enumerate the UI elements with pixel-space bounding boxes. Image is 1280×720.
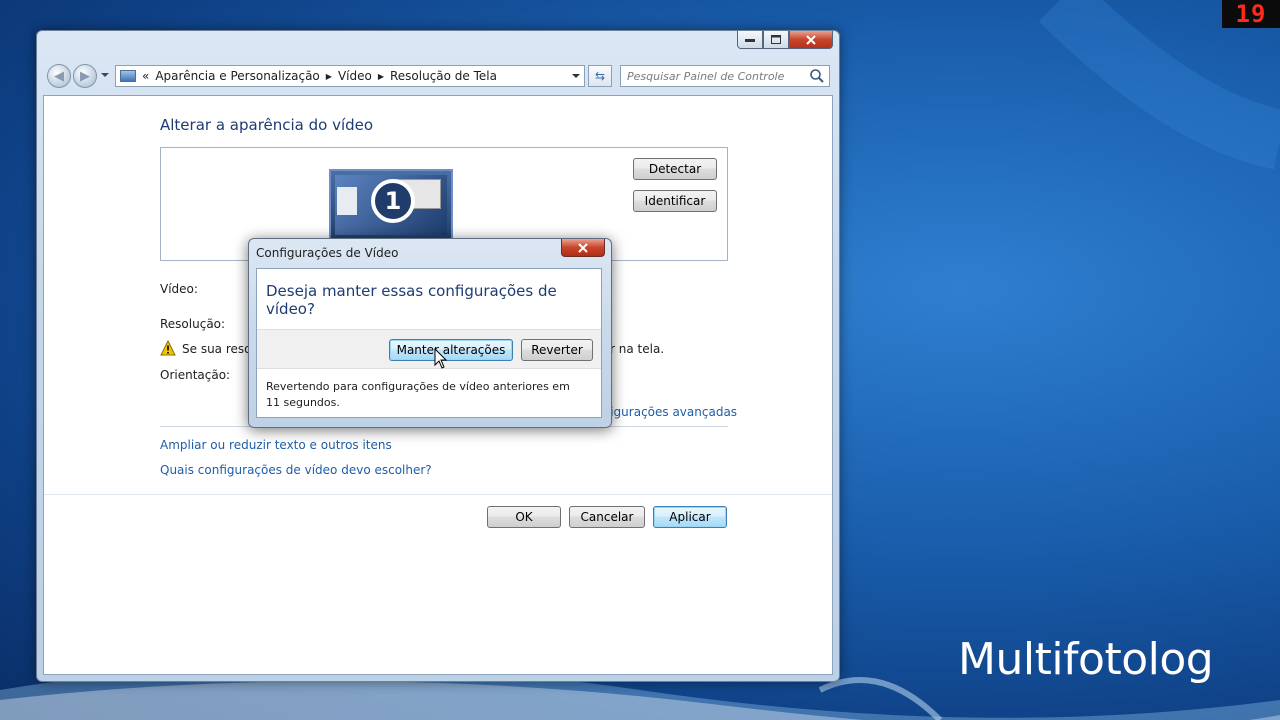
keep-changes-button[interactable]: Manter alterações [389,339,513,361]
warning-text-end: r na tela. [610,342,665,356]
apply-button[interactable]: Aplicar [653,506,727,528]
dialog-question: Deseja manter essas configurações de víd… [266,282,557,318]
window-caption-buttons [737,31,833,49]
search-input[interactable] [621,68,809,84]
monitor-number-badge: 1 [371,179,415,223]
detect-button[interactable]: Detectar [633,158,717,180]
search-box[interactable] [620,65,830,87]
forward-button[interactable]: ▶ [73,64,97,88]
watermark-text: Multifotolog [958,634,1214,685]
monitor-window-thumb [337,187,357,215]
breadcrumb-item-resolution[interactable]: Resolução de Tela [390,69,497,83]
forward-arrow-icon: ▶ [80,68,90,84]
close-icon [578,242,588,253]
back-arrow-icon: ◀ [54,68,64,84]
refresh-button[interactable]: ⇆ [588,65,612,87]
breadcrumb-item-appearance[interactable]: Aparência e Personalização [155,69,319,83]
ok-button[interactable]: OK [487,506,561,528]
monitor-1-thumbnail[interactable]: 1 [329,169,453,241]
dialog-title: Configurações de Vídeo [256,246,399,260]
search-icon[interactable] [809,68,825,84]
countdown-message: Revertendo para configurações de vídeo a… [266,380,570,409]
minimize-button[interactable] [737,31,763,49]
recent-pages-dropdown[interactable] [101,73,109,77]
close-icon [806,34,816,45]
back-button[interactable]: ◀ [47,64,71,88]
close-button[interactable] [789,31,833,49]
address-dropdown-icon[interactable] [572,74,580,78]
orientation-label: Orientação: [160,368,231,382]
breadcrumb-separator-icon[interactable]: ▶ [378,72,384,81]
resolution-label: Resolução: [160,317,226,331]
maximize-icon [771,35,781,44]
dialog-button-bar: Manter alterações Reverter [257,329,601,369]
dialog-body: Deseja manter essas configurações de víd… [256,268,602,418]
cancel-button[interactable]: Cancelar [569,506,645,528]
display-settings-dialog: Configurações de Vídeo Deseja manter ess… [248,238,612,428]
which-settings-link[interactable]: Quais configurações de vídeo devo escolh… [160,463,432,477]
breadcrumb-separator-icon[interactable]: ▶ [326,72,332,81]
warning-icon [160,340,176,356]
navigation-bar: ◀ ▶ « Aparência e Personalização ▶ Vídeo… [43,63,831,91]
page-title: Alterar a aparência do vídeo [160,116,374,134]
footer-divider [44,494,832,495]
refresh-icon: ⇆ [594,69,606,83]
mouse-cursor-icon [434,348,448,369]
minimize-icon [745,38,755,42]
address-bar[interactable]: « Aparência e Personalização ▶ Vídeo ▶ R… [115,65,585,87]
video-label: Vídeo: [160,282,198,296]
revert-button[interactable]: Reverter [521,339,593,361]
advanced-settings-link[interactable]: figurações avançadas [606,405,737,419]
identify-button[interactable]: Identificar [633,190,717,212]
breadcrumb-overflow[interactable]: « [142,69,149,83]
maximize-button[interactable] [763,31,789,49]
control-panel-icon [120,70,136,82]
frame-counter: 19 [1222,0,1280,28]
text-size-link[interactable]: Ampliar ou reduzir texto e outros itens [160,438,392,452]
dialog-close-button[interactable] [561,239,605,257]
breadcrumb-item-video[interactable]: Vídeo [338,69,372,83]
